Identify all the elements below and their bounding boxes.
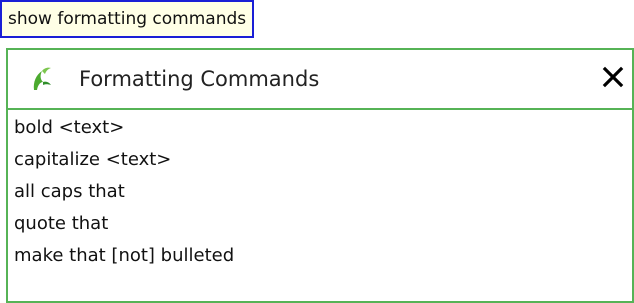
command-item[interactable]: bold <text>: [8, 112, 632, 144]
command-item[interactable]: capitalize <text>: [8, 144, 632, 176]
commands-list: bold <text> capitalize <text> all caps t…: [8, 112, 632, 272]
dragon-icon: [30, 66, 54, 92]
panel-title: Formatting Commands: [79, 67, 320, 91]
close-button[interactable]: [598, 64, 628, 94]
command-item[interactable]: make that [not] bulleted: [8, 240, 632, 272]
close-icon: [602, 66, 624, 92]
recognized-phrase-box: show formatting commands: [0, 0, 255, 38]
formatting-commands-view: show formatting commands Formatting Comm…: [0, 0, 634, 303]
panel-header: Formatting Commands: [8, 50, 632, 110]
command-item[interactable]: quote that: [8, 208, 632, 240]
command-item[interactable]: all caps that: [8, 176, 632, 208]
recognized-phrase-text: show formatting commands: [8, 9, 247, 29]
formatting-commands-panel: Formatting Commands bold <text> capitali…: [6, 48, 634, 303]
